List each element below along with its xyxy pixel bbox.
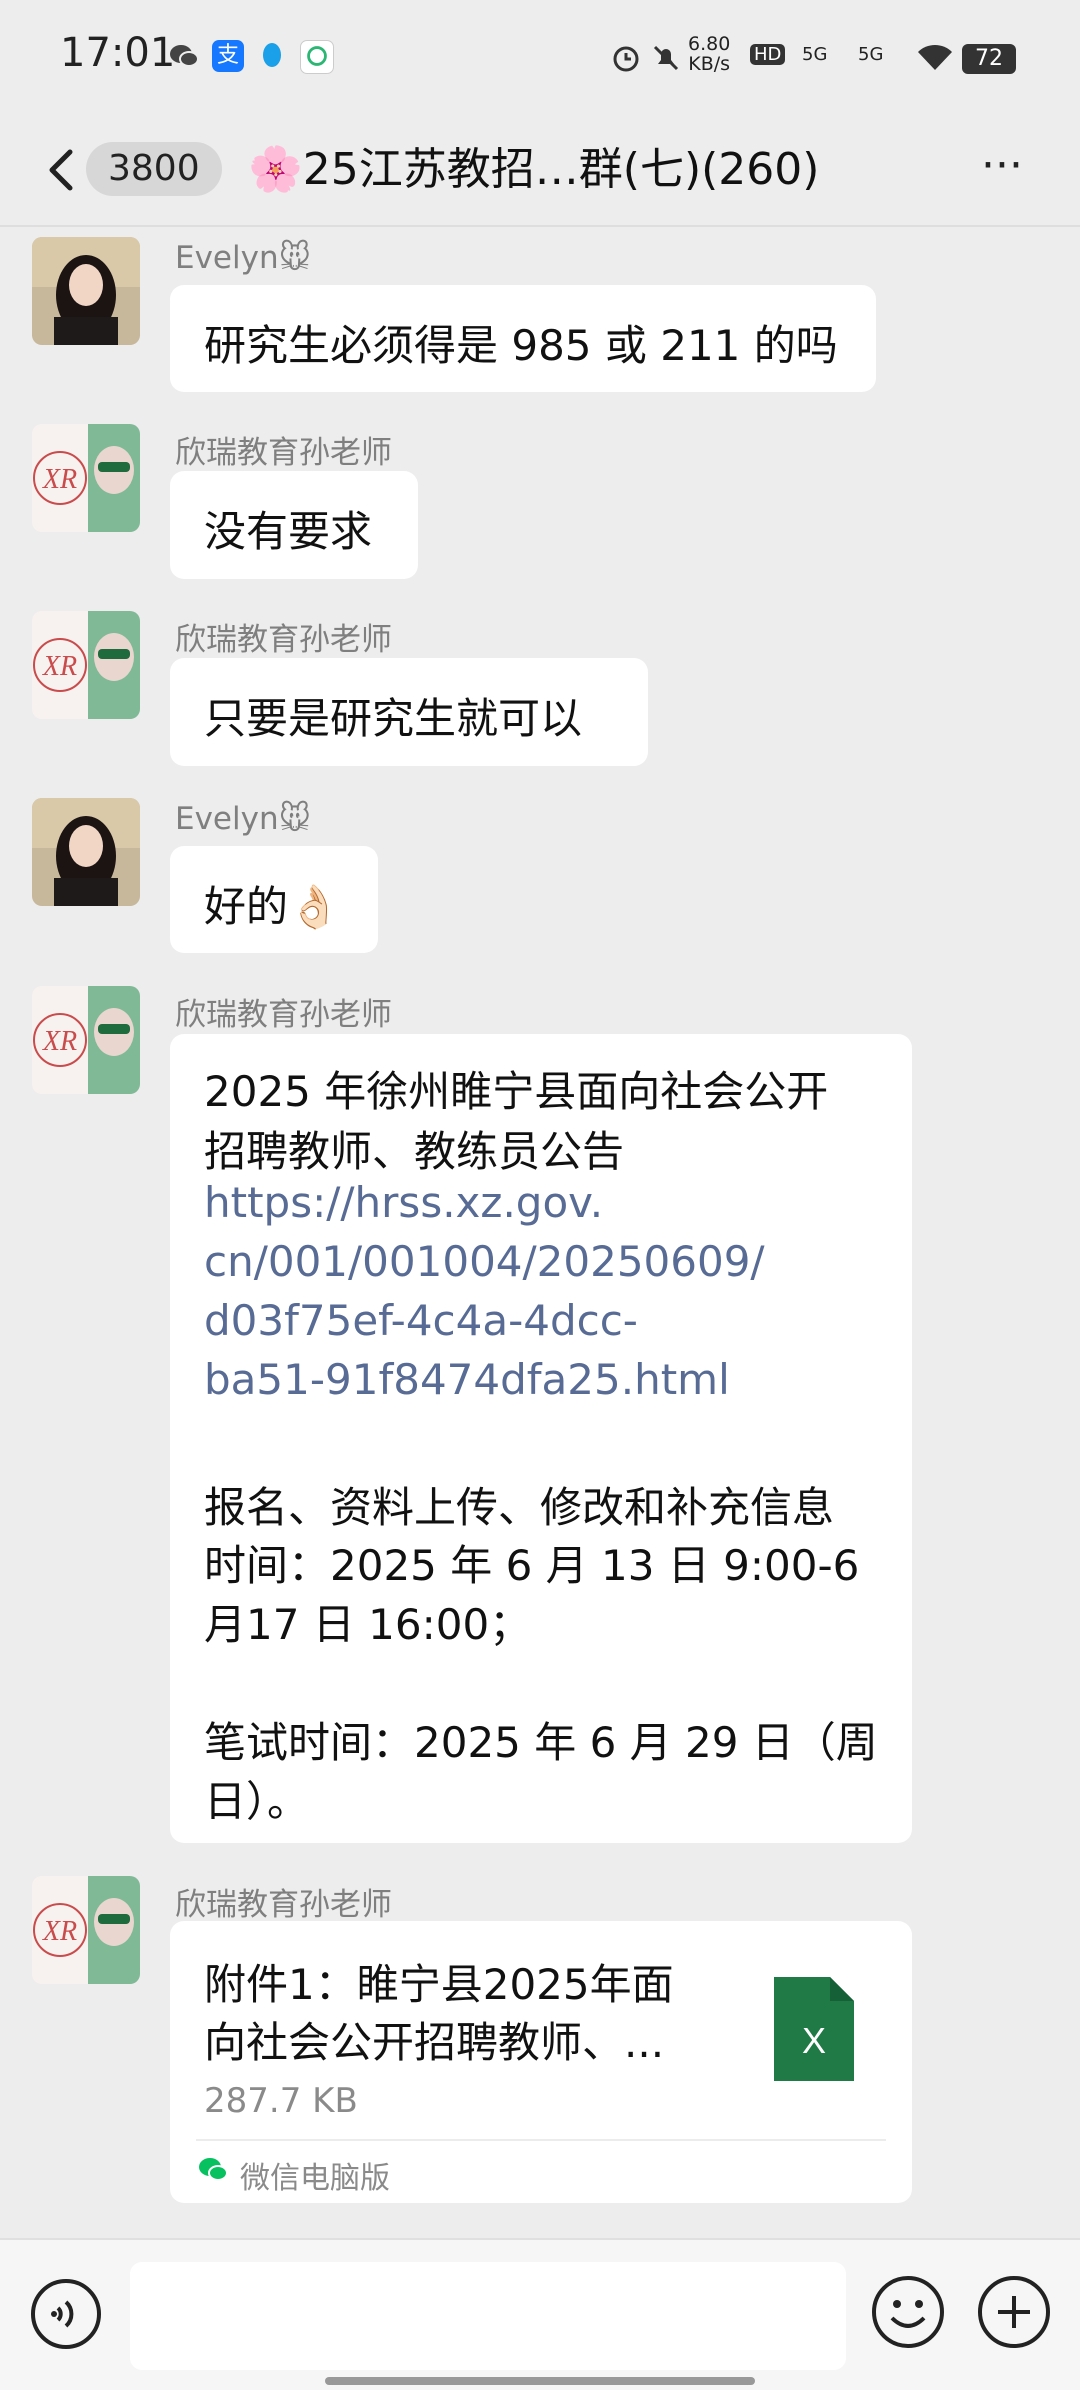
unread-count-badge[interactable]: 3800 xyxy=(86,142,222,196)
file-card-divider xyxy=(196,2139,886,2141)
avatar-xr-teacher[interactable]: XR xyxy=(32,611,140,719)
message-line: 2025 年徐州睢宁县面向社会公开 xyxy=(204,1067,829,1116)
svg-text:X: X xyxy=(802,2020,826,2061)
avatar-evelyn[interactable] xyxy=(32,237,140,345)
message-line: 笔试时间：2025 年 6 月 29 日（周 xyxy=(204,1718,878,1767)
back-arrow-icon[interactable] xyxy=(40,140,90,200)
message-bubble[interactable]: 2025 年徐州睢宁县面向社会公开 招聘教师、教练员公告 https://hrs… xyxy=(170,1034,912,1843)
svg-text:XR: XR xyxy=(42,464,77,495)
message-app-icon xyxy=(300,40,334,74)
header-divider xyxy=(0,225,1080,227)
sender-name: 欣瑞教育孙老师 xyxy=(175,997,392,1033)
message-input[interactable] xyxy=(130,2262,846,2370)
status-time: 17:01 xyxy=(60,30,176,76)
network-speed: 6.80 KB/s xyxy=(688,34,730,74)
alipay-icon: 支 xyxy=(212,40,244,72)
mute-icon xyxy=(650,42,682,78)
network-speed-unit: KB/s xyxy=(688,53,731,75)
sender-name: 欣瑞教育孙老师 xyxy=(175,622,392,658)
wechat-icon xyxy=(196,2153,230,2187)
message-line: 报名、资料上传、修改和补充信息 xyxy=(204,1483,835,1532)
chat-header: 3800 🌸25江苏教招…群(七)(260) ··· xyxy=(0,115,1080,225)
network-speed-value: 6.80 xyxy=(688,33,731,55)
message-text: 研究生必须得是 985 或 211 的吗 xyxy=(204,321,838,370)
chat-title[interactable]: 🌸25江苏教招…群(七)(260) xyxy=(248,135,908,205)
hd-icon: HD xyxy=(750,44,786,65)
message-bubble[interactable]: 只要是研究生就可以 xyxy=(170,658,648,766)
sender-name: Evelyn🐭 xyxy=(175,240,311,276)
avatar-xr-teacher[interactable]: XR xyxy=(32,1876,140,1984)
message-bubble[interactable]: 研究生必须得是 985 或 211 的吗 xyxy=(170,285,876,392)
message-line: 日）。 xyxy=(204,1777,310,1826)
svg-text:XR: XR xyxy=(42,1916,77,1947)
announcement-link[interactable]: https://hrss.xz.gov. xyxy=(204,1178,603,1227)
qq-icon xyxy=(256,40,288,72)
excel-file-icon: X xyxy=(774,1977,854,2081)
file-source-label: 微信电脑版 xyxy=(240,2161,390,2196)
avatar-xr-teacher[interactable]: XR xyxy=(32,986,140,1094)
status-bar: 17:01 支 6.80 KB/s HD 5G 5G 72 xyxy=(0,0,1080,115)
announcement-link[interactable]: cn/001/001004/20250609/ xyxy=(204,1237,765,1286)
avatar-xr-teacher[interactable]: XR xyxy=(32,424,140,532)
signal-5g-1: 5G xyxy=(802,44,828,65)
message-text: 只要是研究生就可以 xyxy=(204,694,583,743)
plus-icon[interactable] xyxy=(976,2274,1052,2350)
sender-name: Evelyn🐭 xyxy=(175,801,311,837)
file-name: 向社会公开招聘教师、... xyxy=(204,2018,665,2067)
battery-indicator: 72 xyxy=(962,44,1016,74)
message-line: 月17 日 16:00； xyxy=(204,1600,532,1649)
signal-5g-2: 5G xyxy=(858,44,884,65)
file-name: 附件1：睢宁县2025年面 xyxy=(204,1960,674,2009)
svg-text:XR: XR xyxy=(42,651,77,682)
message-bubble[interactable]: 好的👌🏻 xyxy=(170,846,378,953)
file-attachment-card[interactable]: 附件1：睢宁县2025年面 向社会公开招聘教师、... 287.7 KB X 微… xyxy=(170,1921,912,2203)
wechat-notification-icon xyxy=(168,40,200,72)
svg-text:XR: XR xyxy=(42,1026,77,1057)
alarm-icon xyxy=(610,42,642,78)
wifi-icon xyxy=(916,42,954,76)
message-line: 招聘教师、教练员公告 xyxy=(204,1127,625,1176)
more-options-button[interactable]: ··· xyxy=(972,141,1032,201)
voice-input-icon[interactable] xyxy=(30,2278,102,2350)
sender-name: 欣瑞教育孙老师 xyxy=(175,1887,392,1923)
input-bar xyxy=(0,2238,1080,2390)
announcement-link[interactable]: d03f75ef-4c4a-4dcc- xyxy=(204,1296,638,1345)
file-size: 287.7 KB xyxy=(204,2081,358,2121)
announcement-link[interactable]: ba51-91f8474dfa25.html xyxy=(204,1355,730,1404)
sender-name: 欣瑞教育孙老师 xyxy=(175,435,392,471)
message-bubble[interactable]: 没有要求 xyxy=(170,471,418,579)
home-indicator[interactable] xyxy=(325,2377,755,2385)
message-line: 时间：2025 年 6 月 13 日 9:00-6 xyxy=(204,1541,860,1590)
message-text: 没有要求 xyxy=(204,507,373,556)
avatar-evelyn[interactable] xyxy=(32,798,140,906)
emoji-icon[interactable] xyxy=(870,2274,946,2350)
message-text: 好的👌🏻 xyxy=(204,882,341,931)
